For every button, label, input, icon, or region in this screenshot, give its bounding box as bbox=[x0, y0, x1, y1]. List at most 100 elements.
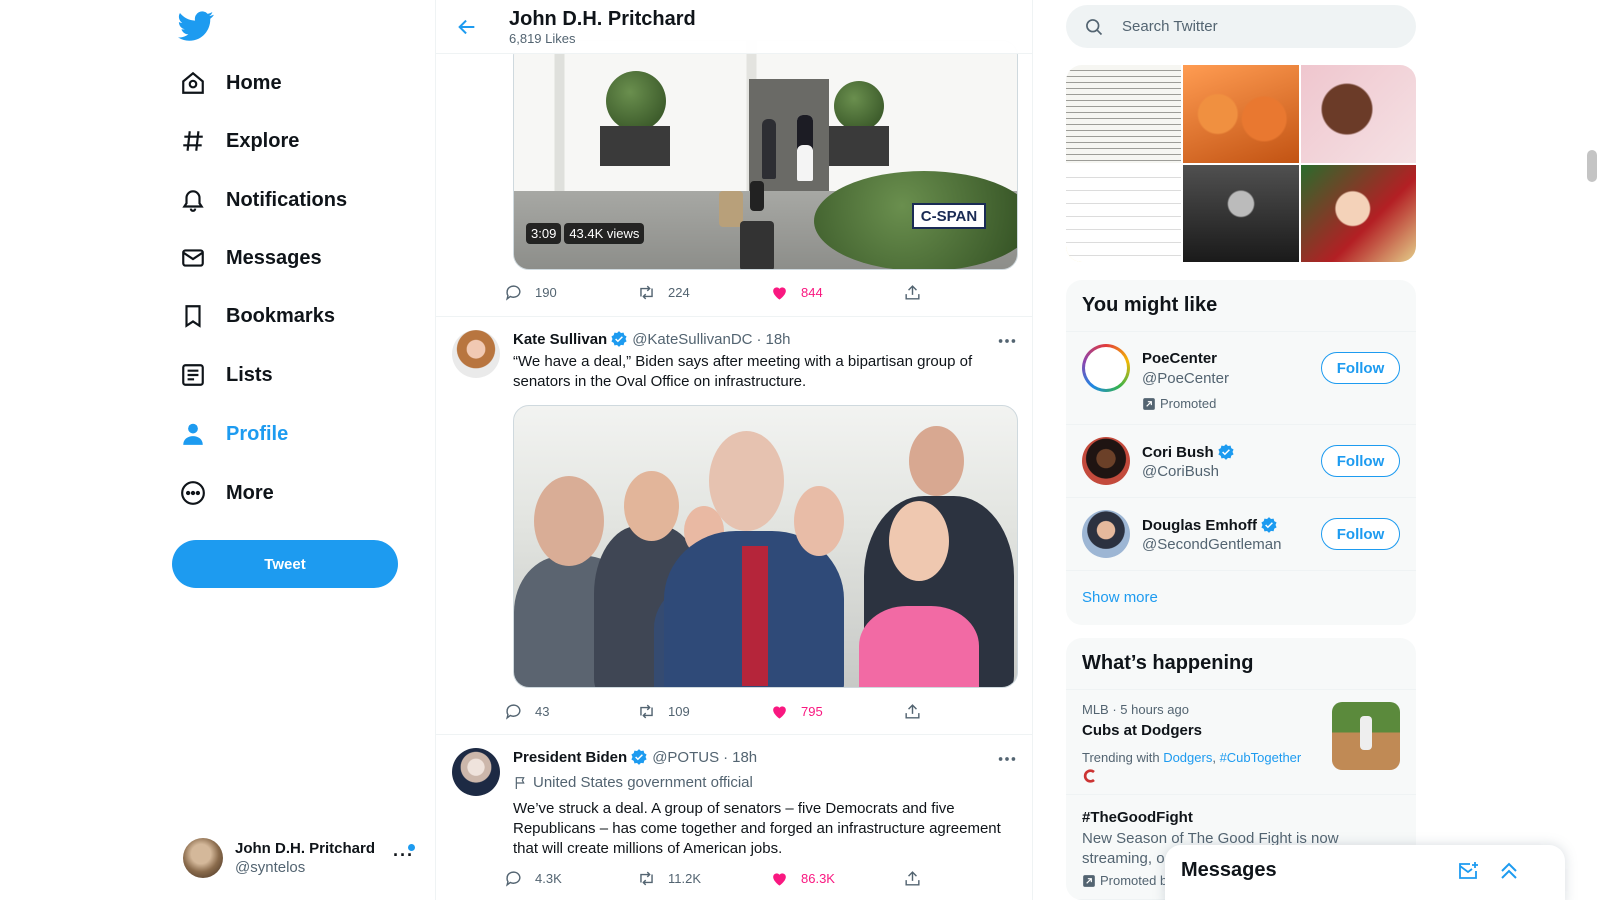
tweet-time[interactable]: 18h bbox=[732, 749, 757, 766]
trend-item[interactable]: MLB · 5 hours ago Cubs at Dodgers Trendi… bbox=[1066, 690, 1416, 795]
media-thumbnail[interactable] bbox=[1183, 65, 1299, 163]
video-watermark: C-SPAN bbox=[912, 203, 986, 229]
show-more-link[interactable]: Show more bbox=[1066, 571, 1416, 623]
share-button[interactable] bbox=[903, 702, 934, 721]
scrollbar-thumb[interactable] bbox=[1587, 150, 1597, 182]
government-label: United States government official bbox=[513, 774, 753, 791]
verified-badge-icon bbox=[1261, 517, 1277, 533]
tweet-photo[interactable] bbox=[513, 405, 1018, 688]
bookmark-icon bbox=[185, 305, 201, 328]
avatar bbox=[1082, 344, 1130, 392]
nav-more[interactable]: More bbox=[180, 471, 274, 515]
media-thumbnail[interactable] bbox=[1183, 164, 1299, 262]
account-switcher[interactable]: John D.H. Pritchard @syntelos ··· bbox=[183, 835, 423, 881]
share-button[interactable] bbox=[903, 283, 934, 302]
like-button[interactable]: 795 bbox=[770, 702, 903, 721]
nav-profile[interactable]: Profile bbox=[180, 412, 288, 456]
right-sidebar: You might like PoeCenter @PoeCenter Prom… bbox=[1066, 0, 1416, 900]
follow-button[interactable]: Follow bbox=[1321, 352, 1400, 384]
tweet-button[interactable]: Tweet bbox=[172, 540, 398, 588]
reply-button[interactable]: 43 bbox=[504, 702, 637, 721]
video-bush bbox=[834, 81, 884, 131]
video-figure bbox=[797, 115, 813, 181]
retweet-button[interactable]: 224 bbox=[637, 283, 770, 302]
trend-link-cubtogether[interactable]: #CubTogether bbox=[1220, 750, 1302, 765]
more-options-icon[interactable] bbox=[996, 330, 1018, 352]
suggestion-handle: @PoeCenter bbox=[1142, 370, 1229, 387]
photo-tie bbox=[742, 546, 768, 686]
media-thumbnail[interactable] bbox=[1066, 164, 1182, 262]
back-arrow-icon[interactable] bbox=[456, 16, 478, 38]
verified-badge-icon bbox=[631, 749, 647, 765]
retweet-count: 11.2K bbox=[668, 870, 702, 886]
video-player[interactable]: C-SPAN 3:09 43.4K views bbox=[513, 40, 1018, 270]
trend-link-dodgers[interactable]: Dodgers bbox=[1163, 750, 1212, 765]
author-name[interactable]: President Biden bbox=[513, 749, 627, 766]
promoted-text: Promoted bbox=[1160, 396, 1217, 411]
nav-profile-label: Profile bbox=[226, 422, 289, 445]
avatar bbox=[1082, 437, 1130, 485]
author-handle[interactable]: @POTUS bbox=[652, 749, 719, 766]
promoted-label: Promoted bbox=[1142, 396, 1216, 411]
nav-messages[interactable]: Messages bbox=[180, 236, 322, 280]
nav-explore[interactable]: Explore bbox=[180, 119, 299, 163]
video-microphone bbox=[750, 181, 764, 211]
nav-notifications[interactable]: Notifications bbox=[180, 178, 347, 222]
trend-trending-with: Trending with Dodgers, #CubTogether bbox=[1082, 750, 1302, 765]
nav-more-label: More bbox=[226, 481, 274, 504]
nav-bookmarks[interactable]: Bookmarks bbox=[180, 294, 335, 338]
cubs-logo-icon bbox=[1083, 769, 1095, 783]
like-button[interactable]: 844 bbox=[770, 283, 903, 302]
more-options-icon[interactable] bbox=[996, 748, 1018, 770]
like-count: 795 bbox=[801, 703, 823, 719]
share-button[interactable] bbox=[903, 869, 934, 888]
suggestion-name-text: Douglas Emhoff bbox=[1142, 516, 1257, 534]
messages-drawer[interactable]: Messages bbox=[1165, 845, 1565, 900]
reply-icon bbox=[505, 870, 521, 887]
photo-person bbox=[859, 606, 979, 687]
follow-button[interactable]: Follow bbox=[1321, 518, 1400, 550]
author-handle[interactable]: @KateSullivanDC bbox=[632, 331, 752, 348]
new-message-icon[interactable] bbox=[1457, 859, 1481, 883]
scrollbar[interactable] bbox=[1584, 0, 1600, 900]
list-icon bbox=[182, 364, 204, 386]
chevron-up-icon[interactable] bbox=[1497, 859, 1521, 883]
reply-button[interactable]: 190 bbox=[504, 283, 637, 302]
media-thumbnail[interactable] bbox=[1300, 164, 1416, 262]
likes-count: 6,819 Likes bbox=[509, 31, 576, 46]
nav-lists[interactable]: Lists bbox=[180, 353, 273, 397]
search-box[interactable] bbox=[1066, 5, 1416, 48]
retweet-button[interactable]: 109 bbox=[637, 702, 770, 721]
follow-suggestion[interactable]: PoeCenter @PoeCenter Promoted Follow bbox=[1066, 332, 1416, 425]
nav-home[interactable]: Home bbox=[180, 61, 282, 105]
search-input[interactable] bbox=[1122, 18, 1392, 35]
retweet-button[interactable]: 11.2K bbox=[637, 869, 770, 888]
share-icon bbox=[905, 703, 920, 719]
more-circle-icon bbox=[181, 481, 205, 505]
author-name[interactable]: Kate Sullivan bbox=[513, 331, 607, 348]
tweet[interactable]: President Biden @POTUS · 18h United Stat… bbox=[436, 735, 1032, 900]
twitter-logo-icon[interactable] bbox=[178, 8, 214, 44]
main-timeline: John D.H. Pritchard 6,819 Likes C-SPAN 3… bbox=[435, 0, 1033, 900]
share-icon bbox=[905, 284, 920, 300]
photo-head bbox=[709, 431, 784, 531]
follow-suggestion[interactable]: Cori Bush @CoriBush Follow bbox=[1066, 425, 1416, 498]
follow-suggestion[interactable]: Douglas Emhoff @SecondGentleman Follow bbox=[1066, 498, 1416, 571]
promoted-icon bbox=[1083, 874, 1095, 887]
tweet-header: President Biden @POTUS · 18h bbox=[513, 748, 757, 766]
like-button[interactable]: 86.3K bbox=[770, 869, 903, 888]
media-thumbnail[interactable] bbox=[1066, 65, 1182, 163]
home-icon bbox=[182, 71, 204, 94]
follow-button[interactable]: Follow bbox=[1321, 445, 1400, 477]
reply-button[interactable]: 4.3K bbox=[504, 869, 637, 888]
trend-title: #TheGoodFight bbox=[1082, 809, 1193, 826]
page-header: John D.H. Pritchard 6,819 Likes bbox=[436, 0, 1032, 54]
messages-drawer-title: Messages bbox=[1181, 859, 1277, 881]
bell-icon bbox=[182, 190, 204, 212]
media-thumbnail[interactable] bbox=[1300, 65, 1416, 163]
left-sidebar: Home Explore Notifications Messages Book… bbox=[0, 0, 434, 900]
twitter-app: Home Explore Notifications Messages Book… bbox=[0, 0, 1600, 900]
reply-count: 43 bbox=[535, 703, 550, 719]
tweet-text: “We have a deal,” Biden says after meeti… bbox=[513, 353, 973, 390]
tweet-time[interactable]: 18h bbox=[765, 331, 790, 348]
